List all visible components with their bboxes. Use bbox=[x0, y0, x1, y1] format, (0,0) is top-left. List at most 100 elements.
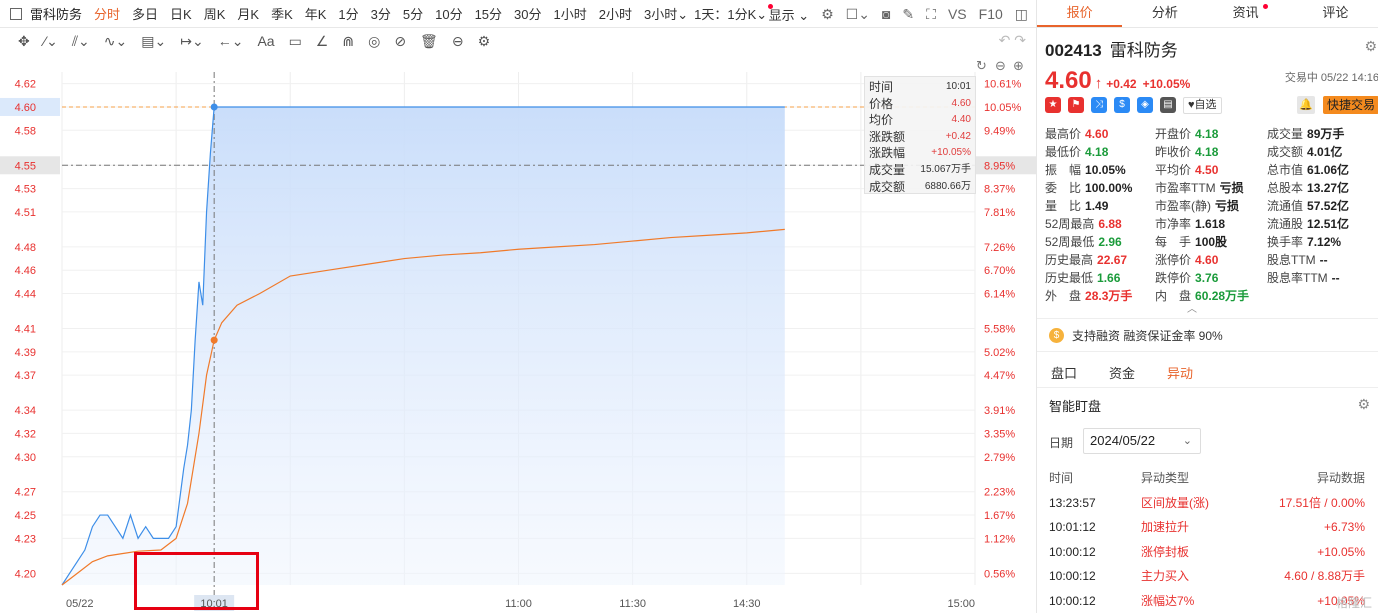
eye-tool-icon[interactable]: ◎ bbox=[368, 33, 380, 50]
stat-value: 6.88 bbox=[1098, 217, 1122, 231]
table-row[interactable]: 10:00:12 涨停封板 +10.05% bbox=[1037, 540, 1378, 565]
stat-label: 最低价 bbox=[1045, 145, 1082, 159]
more-period-dropdown[interactable]: 3小时⌄ bbox=[644, 4, 688, 23]
display-dropdown[interactable]: 显示 ⌄ bbox=[769, 5, 810, 24]
zoom-out-icon[interactable]: ⊖ bbox=[995, 58, 1006, 74]
period-tab-8[interactable]: 3分 bbox=[371, 4, 391, 23]
period-tab-7[interactable]: 1分 bbox=[338, 4, 358, 23]
channel-tool-icon[interactable]: ⫽⌄ bbox=[72, 33, 90, 50]
trade-status: 交易中 05/22 14:16 bbox=[1284, 72, 1378, 84]
period-tab-13[interactable]: 1小时 bbox=[554, 4, 587, 23]
stat-label: 最高价 bbox=[1045, 127, 1082, 141]
period-tab-5[interactable]: 季K bbox=[271, 4, 293, 23]
add-watchlist-button[interactable]: ♥自选 bbox=[1183, 96, 1222, 114]
period-tab-3[interactable]: 周K bbox=[204, 4, 226, 23]
y-tick-label: 4.37 bbox=[15, 370, 36, 382]
period-tab-9[interactable]: 5分 bbox=[403, 4, 423, 23]
period-tab-1[interactable]: 多日 bbox=[132, 4, 158, 23]
hide-tool-icon[interactable]: ⊘ bbox=[394, 33, 406, 50]
subtab-orderbook[interactable]: 盘口 bbox=[1051, 360, 1077, 387]
undo-redo-icon[interactable]: ↶ ↷ bbox=[999, 32, 1026, 49]
toolbar-settings-icon[interactable]: ⚙ bbox=[478, 33, 491, 50]
table-row[interactable]: 13:23:57 区间放量(涨) 17.51倍 / 0.00% bbox=[1037, 491, 1378, 516]
table-row[interactable]: 10:00:12 主力买入 4.60 / 8.88万手 bbox=[1037, 564, 1378, 589]
panel-tabs: 报价 分析 资讯 评论 bbox=[1037, 0, 1378, 28]
y-tick-label: 4.48 bbox=[15, 242, 36, 254]
arrow-tool-icon[interactable]: ←⌄ bbox=[218, 33, 244, 50]
stat-label: 平均价 bbox=[1155, 163, 1192, 177]
layout-toggle-icon[interactable] bbox=[10, 7, 22, 20]
document-icon[interactable]: ▤ bbox=[1160, 97, 1176, 113]
ruler-tool-icon[interactable]: ∠ bbox=[316, 33, 329, 50]
settings-gear-icon[interactable]: ⚙ bbox=[821, 6, 834, 23]
period-tab-4[interactable]: 月K bbox=[237, 4, 259, 23]
table-cell: 13:23:57 bbox=[1049, 495, 1096, 510]
x-tick-label: 14:30 bbox=[733, 598, 761, 610]
magnet-tool-icon[interactable]: ⋒ bbox=[342, 33, 354, 50]
tab-news[interactable]: 资讯 bbox=[1208, 0, 1293, 27]
stat-value: 1.49 bbox=[1085, 199, 1109, 213]
info-row: 价格 4.60 bbox=[869, 96, 971, 113]
tab-quote[interactable]: 报价 bbox=[1037, 0, 1123, 27]
stat-value: 4.60 bbox=[1195, 253, 1219, 267]
pct-tick-label: 6.14% bbox=[984, 289, 1015, 301]
subtab-movers[interactable]: 异动 bbox=[1167, 360, 1193, 387]
x-tick-label: 05/22 bbox=[66, 598, 94, 610]
panel-toggle-icon[interactable]: ◫ bbox=[1015, 6, 1028, 23]
runner-icon[interactable]: ⚑ bbox=[1068, 97, 1084, 113]
bell-icon[interactable]: 🔔 bbox=[1297, 96, 1315, 114]
period-tab-0[interactable]: 分时 bbox=[94, 4, 120, 23]
chevron-up-icon[interactable]: ︿ bbox=[1187, 300, 1197, 315]
stat-cell: 市净率 1.618 bbox=[1155, 215, 1225, 233]
link-tool-icon[interactable]: ⊖ bbox=[452, 33, 464, 50]
stat-value: 亏损 bbox=[1215, 199, 1240, 213]
stock-name-label[interactable]: 雷科防务 bbox=[30, 4, 82, 23]
pen-icon[interactable]: ✎ bbox=[902, 6, 914, 23]
period-tab-14[interactable]: 2小时 bbox=[599, 4, 632, 23]
tab-comments[interactable]: 评论 bbox=[1293, 0, 1378, 27]
fast-trade-button[interactable]: 快捷交易 bbox=[1322, 96, 1378, 114]
trash-icon[interactable]: 🗑 bbox=[420, 33, 438, 50]
monitor-settings-icon[interactable]: ⚙ bbox=[1357, 396, 1370, 413]
tag-icon[interactable]: ◈ bbox=[1137, 97, 1153, 113]
zoom-in-icon[interactable]: ⊕ bbox=[1013, 58, 1024, 74]
period-tab-6[interactable]: 年K bbox=[305, 4, 327, 23]
comment-tool-icon[interactable]: ▭ bbox=[289, 33, 302, 50]
dollar-icon[interactable]: $ bbox=[1114, 97, 1130, 113]
crosshair-marker bbox=[210, 336, 218, 344]
fullscreen-icon[interactable]: ⛶ bbox=[926, 6, 936, 23]
stat-value: 100.00% bbox=[1085, 181, 1133, 195]
table-cell: 区间放量(涨) bbox=[1141, 495, 1209, 510]
combo-period-dropdown[interactable]: 1天：1分K⌄ bbox=[694, 4, 774, 23]
text-tool-icon[interactable]: Aa bbox=[257, 33, 274, 49]
tab-analysis[interactable]: 分析 bbox=[1122, 0, 1207, 27]
shuffle-icon[interactable]: ⤨ bbox=[1091, 97, 1107, 113]
period-tab-12[interactable]: 30分 bbox=[514, 4, 541, 23]
stat-row: 委 比 100.00% 市盈率TTM 亏损 总股本 13.27亿 bbox=[1045, 179, 1378, 197]
period-tab-11[interactable]: 15分 bbox=[475, 4, 502, 23]
subtab-capital[interactable]: 资金 bbox=[1109, 360, 1135, 387]
line-tool-icon[interactable]: ⁄⌄ bbox=[44, 33, 58, 50]
move-cross-icon[interactable]: ✥ bbox=[18, 33, 30, 50]
reset-zoom-icon[interactable]: ↻ bbox=[976, 58, 987, 74]
table-cell: 10:00:12 bbox=[1049, 569, 1096, 583]
x-tick-label: 11:30 bbox=[619, 598, 646, 610]
table-row[interactable]: 10:00:12 涨幅达7% +10.05% bbox=[1037, 589, 1378, 613]
vs-button[interactable]: VS bbox=[948, 6, 967, 22]
camera-icon[interactable]: ◙ bbox=[882, 6, 890, 22]
f10-button[interactable]: F10 bbox=[979, 6, 1003, 22]
quote-settings-icon[interactable]: ⚙ bbox=[1364, 38, 1377, 55]
date-select[interactable]: 2024/05/22 ⌄ bbox=[1083, 428, 1201, 454]
range-tool-icon[interactable]: ↦⌄ bbox=[180, 33, 203, 50]
y-tick-label: 4.51 bbox=[15, 207, 36, 219]
intraday-chart[interactable]: 4.62 4.60 4.58 4.55 4.53 4.51 4.48 4.46 4.44 4.41… bbox=[0, 54, 1036, 613]
period-tab-10[interactable]: 10分 bbox=[435, 4, 462, 23]
stat-cell: 内 盘 60.28万手 bbox=[1155, 287, 1249, 305]
price-change: +0.42 bbox=[1106, 77, 1137, 91]
checkbox-icon[interactable]: ☐⌄ bbox=[846, 6, 870, 23]
wave-tool-icon[interactable]: ∿⌄ bbox=[104, 33, 127, 50]
period-tab-2[interactable]: 日K bbox=[170, 4, 192, 23]
pct-tick-label: 1.12% bbox=[984, 533, 1015, 545]
table-row[interactable]: 10:01:12 加速拉升 +6.73% bbox=[1037, 515, 1378, 540]
fib-tool-icon[interactable]: ▤⌄ bbox=[141, 33, 166, 50]
